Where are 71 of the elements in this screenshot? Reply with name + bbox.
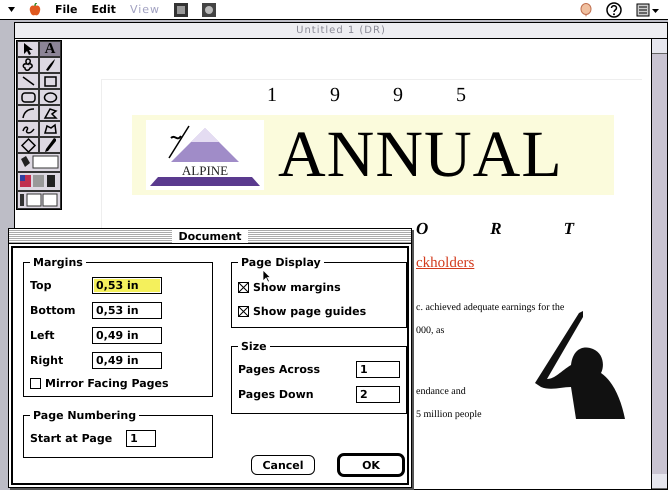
pointer-tool[interactable] xyxy=(17,41,39,57)
diamond-icon xyxy=(20,137,36,153)
brush-tool[interactable] xyxy=(39,57,61,73)
pages-field[interactable]: 1 xyxy=(356,361,400,378)
balloon-icon[interactable] xyxy=(580,2,592,16)
rect-tool[interactable] xyxy=(39,73,61,89)
group-title: Margins xyxy=(32,256,84,269)
margin-field[interactable]: 0,53 in xyxy=(92,302,162,319)
fill-palette-drawing[interactable] xyxy=(17,153,61,209)
apple-icon[interactable] xyxy=(29,3,41,16)
paragraph-line: 5 million people xyxy=(416,408,483,422)
checkbox-label[interactable]: Mirror Facing Pages xyxy=(45,377,169,390)
ok-button[interactable]: OK xyxy=(337,453,405,477)
blob-tool[interactable] xyxy=(17,57,39,73)
logo-text: ALPINE xyxy=(182,164,228,177)
diamond-tool[interactable] xyxy=(17,137,39,153)
group-title: Size xyxy=(240,340,268,353)
toolbar-icon[interactable] xyxy=(202,2,216,16)
subtitle-letter: O xyxy=(416,219,428,239)
margin-field[interactable]: 0,49 in xyxy=(92,352,162,369)
vertical-scrollbar[interactable] xyxy=(651,39,667,489)
year-digit: 9 xyxy=(393,84,403,107)
oval-tool[interactable] xyxy=(39,89,61,105)
field-label: Bottom xyxy=(30,304,76,317)
text-tool[interactable]: A xyxy=(39,41,61,57)
group-title: Page Display xyxy=(240,256,322,269)
subtitle-letter: R xyxy=(490,219,502,239)
triangle-icon[interactable] xyxy=(8,7,15,12)
heading-link[interactable]: ckholders xyxy=(416,255,621,272)
freeshape-icon xyxy=(42,121,58,137)
field-label: Top xyxy=(30,279,52,292)
paragraph-line: 000, as xyxy=(416,324,446,338)
field-label: Right xyxy=(30,354,64,367)
margin-field[interactable]: 0,53 in xyxy=(92,277,162,294)
field-label: Pages Down xyxy=(238,388,315,401)
roundrect-tool[interactable] xyxy=(17,89,39,105)
field-label: Start at Page xyxy=(30,432,112,445)
group-title: Page Numbering xyxy=(32,409,138,422)
arc-tool[interactable] xyxy=(17,105,39,121)
toolbar-icon[interactable] xyxy=(174,2,188,16)
cancel-button[interactable]: Cancel xyxy=(251,455,315,475)
year-digit: 1 xyxy=(267,84,277,107)
paragraph-line: endance and xyxy=(416,385,467,399)
start-page-field[interactable]: 1 xyxy=(126,430,156,447)
checkbox[interactable] xyxy=(238,306,249,316)
year-digit: 9 xyxy=(330,84,340,107)
freehand-tool[interactable] xyxy=(17,121,39,137)
eyedropper-tool[interactable] xyxy=(39,137,61,153)
menu-item[interactable]: File xyxy=(55,3,78,16)
checkbox-label[interactable]: Show page guides xyxy=(253,304,366,318)
checkbox[interactable] xyxy=(30,378,41,389)
freeshape-tool[interactable] xyxy=(39,121,61,137)
window-title: Untitled 1 (DR) xyxy=(15,23,667,39)
dialog-title: Document xyxy=(172,230,248,242)
subtitle-letter: T xyxy=(564,219,574,239)
field-label: Left xyxy=(30,329,56,342)
field-label: Pages Across xyxy=(238,363,322,376)
headline: ANNUAL xyxy=(278,122,563,188)
help-icon[interactable] xyxy=(606,2,622,18)
year-digit: 5 xyxy=(456,84,466,107)
pages-field[interactable]: 2 xyxy=(356,386,400,403)
checkbox-label[interactable]: Show margins xyxy=(253,280,341,294)
menu-item[interactable]: Edit xyxy=(92,3,116,16)
checkbox[interactable] xyxy=(238,282,249,292)
margin-field[interactable]: 0,49 in xyxy=(92,327,162,344)
application-icon[interactable] xyxy=(636,2,660,16)
pointer-cursor-icon xyxy=(262,269,271,283)
polygon-icon xyxy=(42,105,58,121)
paragraph-line: c. achieved adequate earnings for the xyxy=(416,301,566,315)
polygon-tool[interactable] xyxy=(39,105,61,121)
line-tool[interactable] xyxy=(17,73,39,89)
